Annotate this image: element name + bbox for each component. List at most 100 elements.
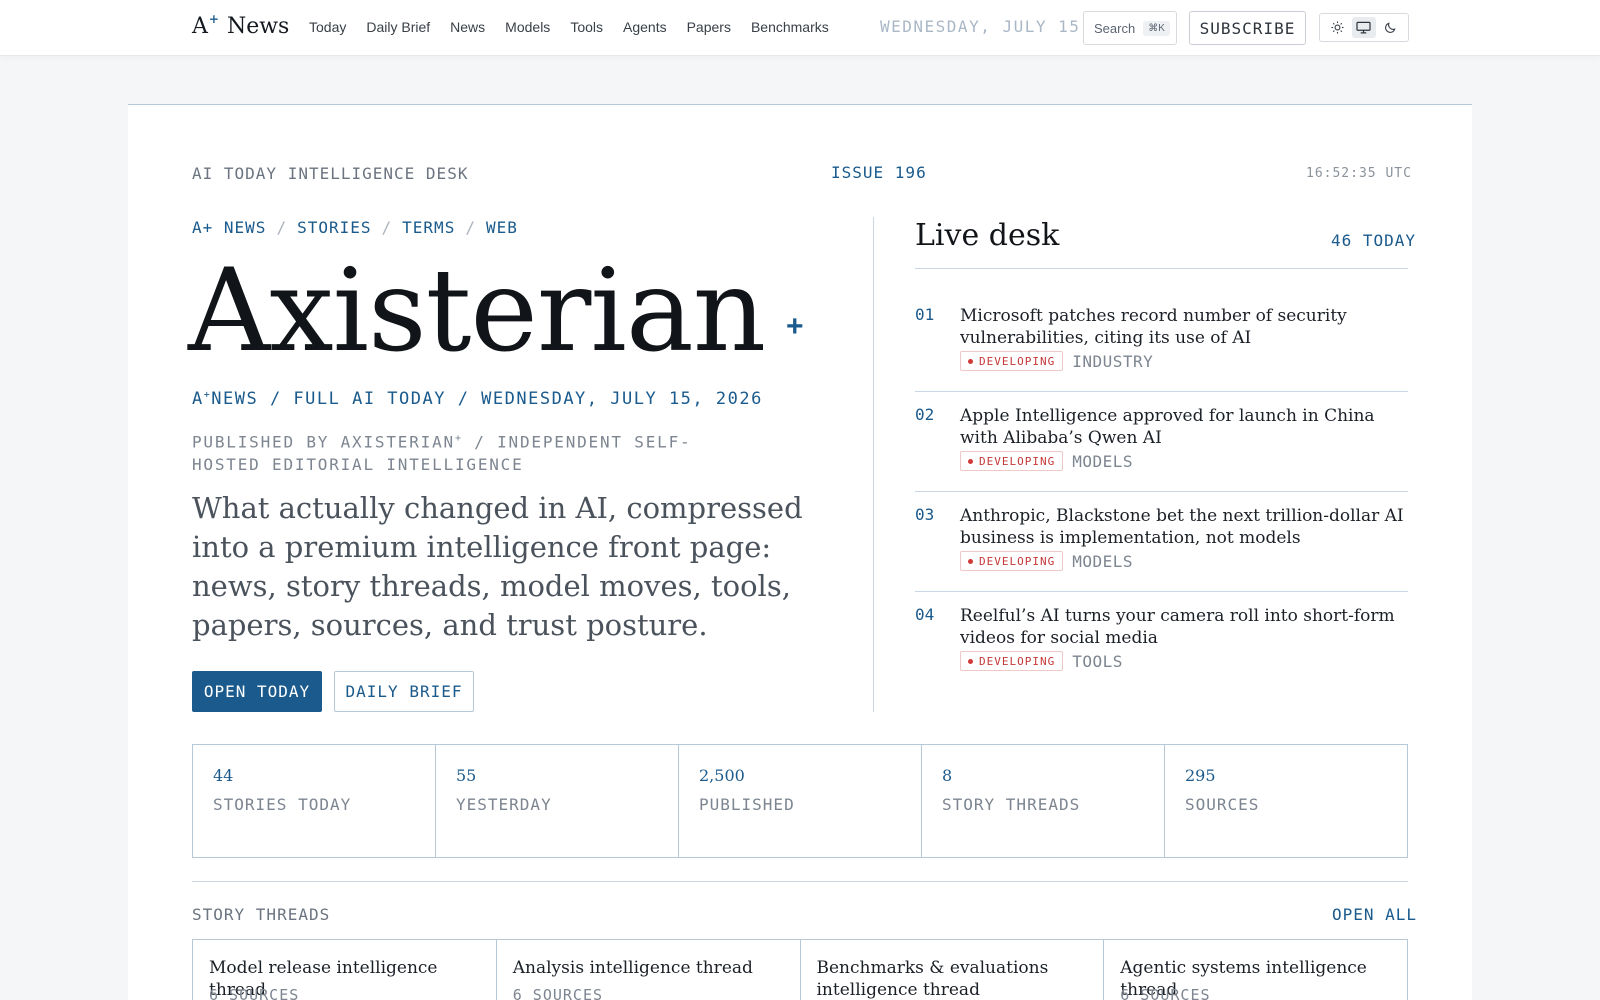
moon-icon[interactable]: [1379, 17, 1403, 38]
search-button[interactable]: Search ⌘K: [1083, 11, 1177, 45]
stat-value: 295: [1185, 766, 1216, 785]
nav-item-benchmarks[interactable]: Benchmarks: [751, 19, 829, 35]
status-dot-icon: [968, 358, 973, 364]
thread-sources: 6 SOURCES: [512, 986, 604, 1000]
live-item-headline[interactable]: Apple Intelligence approved for launch i…: [960, 405, 1408, 449]
lede-paragraph: What actually changed in AI, compressed …: [192, 491, 803, 642]
daily-brief-button[interactable]: DAILY BRIEF: [334, 671, 474, 712]
publisher-line: PUBLISHED BY AXISTERIAN+ / INDEPENDENT S…: [192, 427, 752, 476]
brand-name: News: [226, 14, 290, 39]
breadcrumb-separator: /: [465, 218, 476, 237]
status-badge: DEVELOPING: [960, 651, 1064, 671]
monitor-icon[interactable]: [1351, 17, 1376, 38]
nav-item-today[interactable]: Today: [309, 19, 346, 35]
thread-card[interactable]: Analysis intelligence thread 6 SOURCES: [497, 940, 801, 1000]
status-badge: DEVELOPING: [960, 451, 1064, 471]
status-text: DEVELOPING: [979, 354, 1056, 368]
breadcrumb-item-terms[interactable]: TERMS: [402, 218, 455, 237]
stat-published[interactable]: 2,500 PUBLISHED: [679, 745, 922, 857]
stat-label: YESTERDAY: [456, 795, 552, 814]
status-dot-icon: [968, 558, 973, 564]
thread-sources: 6 SOURCES: [209, 986, 300, 1000]
status-badge: DEVELOPING: [960, 351, 1064, 371]
thread-sources: 6 SOURCES: [1120, 986, 1211, 1000]
nav-item-agents[interactable]: Agents: [623, 19, 667, 35]
status-dot-icon: [968, 658, 973, 664]
thread-card[interactable]: Model release intelligence thread 6 SOUR…: [193, 940, 497, 1000]
threads-grid: Model release intelligence thread 6 SOUR…: [192, 939, 1408, 1000]
stat-value: 55: [456, 766, 477, 785]
nav-item-papers[interactable]: Papers: [687, 19, 731, 35]
live-item-meta: DEVELOPING TOOLS: [960, 651, 1123, 671]
column-divider: [873, 217, 874, 712]
stat-label: STORIES TODAY: [213, 795, 352, 814]
desk-label: AI TODAY INTELLIGENCE DESK: [192, 164, 469, 183]
brand-plus-icon: +: [208, 12, 219, 26]
sun-icon[interactable]: [1325, 17, 1349, 38]
live-desk-count: 46 TODAY: [1331, 231, 1417, 250]
live-item-meta: DEVELOPING INDUSTRY: [960, 351, 1153, 371]
stat-value: 2,500: [699, 766, 745, 785]
live-item-number: 03: [915, 505, 935, 524]
live-item-meta: DEVELOPING MODELS: [960, 451, 1133, 471]
thread-card[interactable]: Agentic systems intelligence thread 6 SO…: [1104, 940, 1407, 1000]
page-title: Axisterian: [188, 244, 766, 377]
stat-yesterday[interactable]: 55 YESTERDAY: [436, 745, 679, 857]
category-tag[interactable]: MODELS: [1072, 552, 1133, 571]
category-tag[interactable]: INDUSTRY: [1072, 352, 1153, 371]
live-desk-divider: [915, 268, 1408, 269]
stat-label: SOURCES: [1185, 795, 1260, 814]
breadcrumb-item-home[interactable]: A+ NEWS: [192, 218, 266, 237]
search-shortcut: ⌘K: [1143, 20, 1170, 36]
nav-item-daily-brief[interactable]: Daily Brief: [366, 19, 430, 35]
status-badge: DEVELOPING: [960, 551, 1064, 571]
header-date: WEDNESDAY, JULY 15: [880, 17, 1081, 36]
issue-number: ISSUE 196: [831, 163, 927, 182]
live-item-divider: [915, 391, 1408, 392]
live-item-headline[interactable]: Reelful’s AI turns your camera roll into…: [960, 605, 1408, 649]
brand-logo[interactable]: A+ News: [192, 12, 290, 39]
nav-item-tools[interactable]: Tools: [570, 19, 603, 35]
threads-section-label: STORY THREADS: [192, 905, 331, 924]
stat-value: 44: [213, 766, 234, 785]
publisher-name: PUBLISHED BY AXISTERIAN: [192, 432, 455, 452]
breadcrumb-item-web[interactable]: WEB: [486, 218, 518, 237]
live-item-number: 02: [915, 405, 935, 424]
live-item-headline[interactable]: Microsoft patches record number of secur…: [960, 305, 1408, 349]
top-navigation-bar: A+ News Today Daily Brief News Models Too…: [0, 0, 1600, 56]
breadcrumb-separator: /: [276, 218, 288, 237]
thread-card[interactable]: Benchmarks & evaluations intelligence th…: [801, 940, 1105, 1000]
live-item-headline[interactable]: Anthropic, Blackstone bet the next trill…: [960, 505, 1408, 549]
live-item-number: 01: [915, 305, 935, 324]
nav-item-models[interactable]: Models: [505, 19, 550, 35]
status-dot-icon: [968, 458, 973, 464]
thread-title[interactable]: Benchmarks & evaluations intelligence th…: [817, 957, 1087, 1000]
open-all-link[interactable]: OPEN ALL: [1332, 905, 1417, 924]
live-item-divider: [915, 491, 1408, 492]
nav-item-news[interactable]: News: [450, 19, 485, 35]
subscribe-button[interactable]: SUBSCRIBE: [1189, 11, 1306, 45]
open-today-button[interactable]: OPEN TODAY: [192, 671, 322, 712]
category-tag[interactable]: MODELS: [1072, 452, 1133, 471]
breadcrumb-item-stories[interactable]: STORIES: [297, 218, 371, 237]
live-item-meta: DEVELOPING MODELS: [960, 551, 1133, 571]
category-tag[interactable]: TOOLS: [1072, 652, 1123, 671]
search-label: Search: [1094, 20, 1136, 36]
dateline-text: NEWS / FULL AI TODAY / WEDNESDAY, JULY 1…: [211, 389, 763, 409]
threads-divider: [192, 881, 1408, 882]
stat-label: PUBLISHED: [699, 795, 795, 814]
theme-switcher: [1319, 13, 1409, 42]
thread-title[interactable]: Analysis intelligence thread: [513, 957, 783, 979]
stat-story-threads[interactable]: 8 STORY THREADS: [922, 745, 1165, 857]
stat-stories-today[interactable]: 44 STORIES TODAY: [193, 745, 436, 857]
primary-nav: Today Daily Brief News Models Tools Agen…: [309, 19, 829, 35]
status-text: DEVELOPING: [979, 654, 1056, 668]
stats-strip: 44 STORIES TODAY 55 YESTERDAY 2,500 PUBL…: [192, 744, 1408, 858]
status-text: DEVELOPING: [979, 554, 1056, 568]
publisher-plus-icon: +: [454, 433, 463, 444]
breadcrumb-separator: /: [381, 218, 393, 237]
dateline: A+NEWS / FULL AI TODAY / WEDNESDAY, JULY…: [192, 389, 763, 409]
stat-sources[interactable]: 295 SOURCES: [1165, 745, 1407, 857]
live-item-divider: [915, 591, 1408, 592]
title-plus-icon: +: [786, 310, 804, 343]
